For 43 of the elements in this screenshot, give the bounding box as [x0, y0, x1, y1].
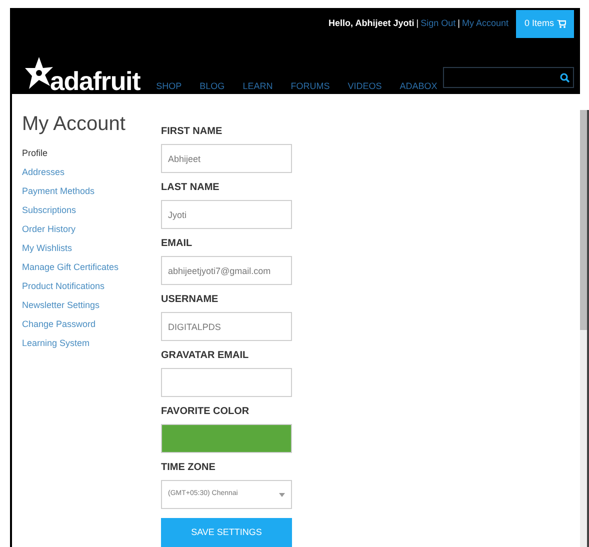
sidebar-link[interactable]: Product Notifications	[22, 277, 161, 296]
cart-icon	[557, 20, 566, 28]
field-label: FIRST NAME	[161, 126, 224, 138]
cart-button[interactable]: 0 Items	[516, 10, 574, 38]
greeting-text: Hello, Abhijeet Jyoti	[328, 17, 414, 30]
my-account-link[interactable]: My Account	[462, 17, 508, 31]
sidebar-link[interactable]: Profile	[22, 144, 161, 163]
text-field[interactable]	[161, 368, 292, 397]
field-label: EMAIL	[161, 238, 194, 250]
nav-link[interactable]: SHOP	[156, 80, 182, 93]
nav-link[interactable]: VIDEOS	[348, 80, 382, 93]
separator: |	[458, 17, 460, 30]
text-field[interactable]: DIGITALPDS	[161, 312, 292, 341]
text-field[interactable]: abhijeetjyoti7@gmail.com	[161, 256, 292, 285]
sidebar-link[interactable]: Payment Methods	[22, 182, 161, 201]
caret-icon	[279, 492, 285, 496]
sidebar-link[interactable]: My Wishlists	[22, 239, 161, 258]
sidebar-link[interactable]: Manage Gift Certificates	[22, 258, 161, 277]
field-label: GRAVATAR EMAIL	[161, 350, 250, 362]
text-field[interactable]: Abhijeet	[161, 144, 292, 173]
sign-out-link[interactable]: Sign Out	[420, 17, 456, 31]
nav-link[interactable]: ADABOX	[400, 80, 438, 93]
save-settings-button[interactable]: SAVE SETTINGS	[161, 518, 292, 547]
field-label: TIME ZONE	[161, 462, 216, 474]
sidebar-link[interactable]: Newsletter Settings	[22, 296, 161, 315]
page-title: My Account	[22, 112, 126, 136]
field-label: USERNAME	[161, 294, 220, 306]
search-field[interactable]	[443, 67, 574, 88]
color-swatch[interactable]	[161, 424, 292, 453]
text-field[interactable]: Jyoti	[161, 200, 292, 229]
logo[interactable]: adafruit	[24, 56, 140, 94]
sidebar-link[interactable]: Change Password	[22, 315, 161, 334]
field-label: LAST NAME	[161, 182, 220, 194]
sidebar-link[interactable]: Order History	[22, 220, 161, 239]
separator: |	[416, 17, 419, 30]
nav-link[interactable]: FORUMS	[290, 80, 330, 93]
sidebar-link[interactable]: Addresses	[22, 163, 161, 182]
nav-link[interactable]: LEARN	[242, 80, 273, 93]
search-icon	[560, 72, 570, 82]
field-label: FAVORITE COLOR	[161, 406, 250, 418]
sidebar-link[interactable]: Subscriptions	[22, 201, 161, 220]
nav-link[interactable]: BLOG	[200, 80, 225, 93]
sidebar-link[interactable]: Learning System	[22, 334, 161, 353]
